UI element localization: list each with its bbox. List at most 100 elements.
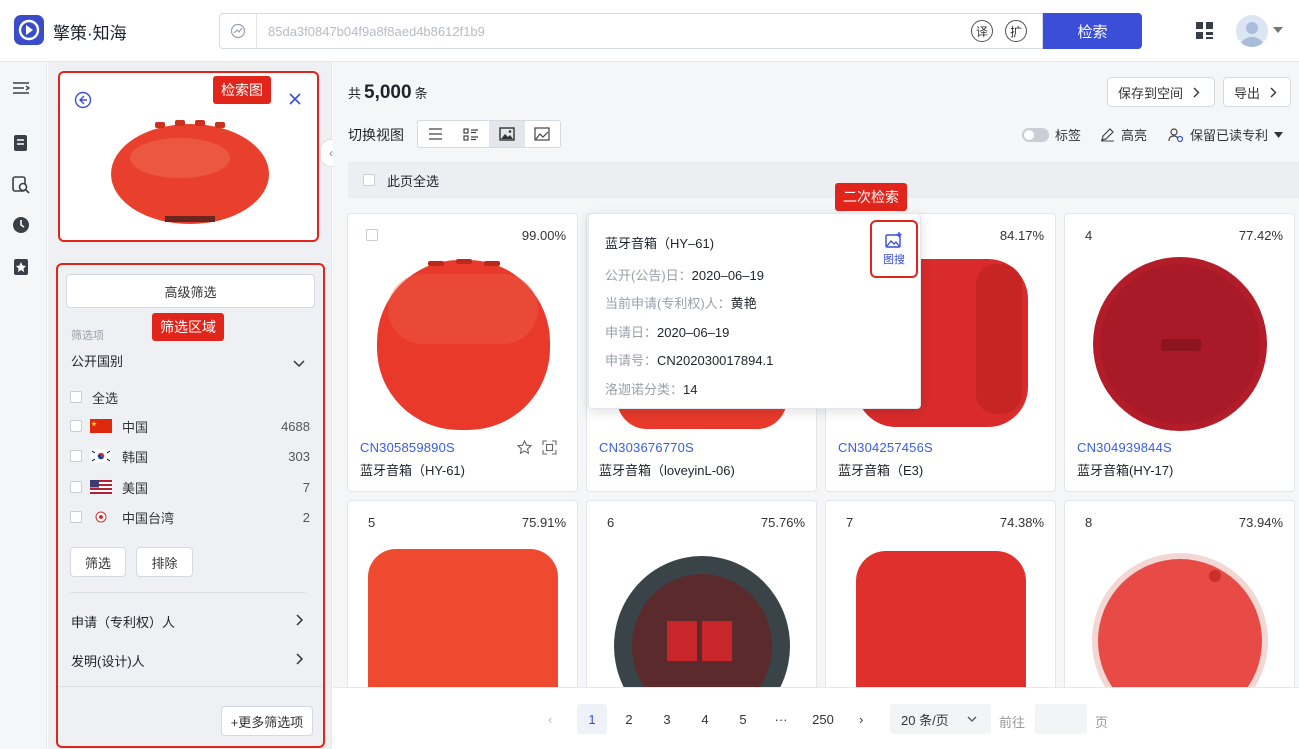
divider (70, 592, 306, 593)
translate-button[interactable]: 译 (971, 20, 993, 42)
application-number-row: 申请号：CN202030017894.1 (605, 353, 774, 368)
page-5[interactable]: 5 (733, 704, 753, 734)
result-total: 共 5,000 条 (348, 82, 428, 103)
checkbox[interactable] (70, 481, 82, 493)
image-view-icon[interactable] (489, 121, 525, 147)
menu-toggle-icon[interactable] (8, 77, 34, 99)
similarity-score: 75.76% (760, 515, 805, 530)
expand-button[interactable]: 扩 (1005, 20, 1027, 42)
publication-date-row: 公开(公告)日：2020–06–19 (605, 268, 764, 283)
filter-items-label: 筛选项 (71, 330, 104, 342)
page-1[interactable]: 1 (577, 704, 607, 734)
locarno-class-row: 洛迦诺分类：14 (605, 382, 698, 397)
document-icon[interactable] (8, 132, 34, 154)
checkbox[interactable] (363, 174, 375, 186)
rank-number: 8 (1085, 515, 1093, 530)
result-count: 5,000 (364, 82, 412, 103)
favorites-star-icon[interactable] (8, 256, 34, 278)
patent-number-link[interactable]: CN303676770S (599, 440, 694, 455)
similarity-score: 73.94% (1238, 515, 1283, 530)
app-grid-icon[interactable] (1195, 21, 1214, 43)
page-2[interactable]: 2 (619, 704, 639, 734)
product-image[interactable] (1065, 254, 1295, 434)
filter-area: 高级筛选 筛选项 筛选区域 公开国别 全选 中国 4688 韩国 303 美国 … (56, 263, 325, 748)
search-bar: 译 扩 (219, 13, 1043, 49)
keep-read-dropdown[interactable]: 保留已读专利 (1168, 125, 1284, 144)
inventor-section[interactable]: 发明(设计)人 (71, 651, 145, 670)
app-logo-icon[interactable] (14, 15, 44, 45)
export-button[interactable]: 导出 (1223, 77, 1291, 107)
pagination: ‹ 1 2 3 4 5 ··· 250 › 20 条/页 前往 页 (333, 687, 1299, 749)
patent-number-link[interactable]: CN304939844S (1077, 440, 1172, 455)
page-size-select[interactable]: 20 条/页 (890, 704, 991, 734)
goto-label: 前往 (999, 715, 1026, 730)
secondary-search-tag: 二次检索 (835, 183, 907, 211)
rank-number: 4 (1085, 228, 1093, 243)
save-to-space-button[interactable]: 保存到空间 (1107, 77, 1215, 107)
page-unit-label: 页 (1095, 715, 1109, 730)
app-title: 擎策·知海 (53, 24, 127, 43)
checkbox[interactable] (70, 450, 82, 462)
country-section-title[interactable]: 公开国别 (71, 351, 123, 370)
divider (58, 686, 323, 687)
country-row-china[interactable]: 中国 4688 (70, 416, 310, 436)
chevron-right-icon[interactable] (296, 614, 304, 629)
toggle-switch[interactable] (1022, 127, 1049, 142)
advanced-filter-button[interactable]: 高级筛选 (66, 274, 315, 308)
filter-exclude-button[interactable]: 排除 (136, 547, 193, 577)
image-search-button[interactable]: 图搜 (870, 220, 918, 278)
more-filters-button[interactable]: +更多筛选项 (221, 706, 313, 736)
search-button[interactable]: 检索 (1043, 13, 1142, 49)
image-text-view-icon[interactable] (525, 121, 561, 147)
search-input[interactable] (268, 22, 948, 40)
image-upload-icon[interactable] (220, 14, 257, 48)
patent-number-link[interactable]: CN305859890S (360, 440, 455, 455)
applicant-section[interactable]: 申请（专利权）人 (71, 612, 175, 631)
country-row-taiwan[interactable]: 中国台湾 2 (70, 507, 310, 527)
page-250[interactable]: 250 (808, 704, 838, 734)
checkbox[interactable] (366, 229, 378, 241)
checkbox[interactable] (70, 420, 82, 432)
page-4[interactable]: 4 (695, 704, 715, 734)
result-card[interactable]: 99.00% CN305859890S 蓝牙音箱（HY-61) (347, 213, 578, 492)
filter-area-tag: 筛选区域 (152, 313, 224, 341)
chevron-right-icon (1193, 87, 1200, 97)
popover-title: 蓝牙音箱（HY–61) (605, 236, 715, 251)
filter-panel: 检索图 高级筛选 筛选项 筛选区域 公开国别 全选 中国 4688 韩国 303… (48, 62, 332, 749)
chevron-right-icon[interactable] (296, 653, 304, 668)
list-view-icon[interactable] (418, 121, 454, 147)
patent-detail-popover: 蓝牙音箱（HY–61) 公开(公告)日：2020–06–19 当前申请(专利权)… (588, 213, 921, 409)
checkbox[interactable] (70, 391, 82, 403)
view-switcher (417, 120, 561, 148)
page-ellipsis[interactable]: ··· (771, 704, 791, 734)
select-all-countries[interactable]: 全选 (70, 387, 310, 407)
back-arrow-icon[interactable] (74, 91, 92, 112)
result-card[interactable]: 4 77.42% CN304939844S 蓝牙音箱(HY-17) (1064, 213, 1295, 492)
rank-number: 7 (846, 515, 854, 530)
next-page-icon[interactable]: › (859, 704, 863, 734)
search-doc-icon[interactable] (8, 174, 34, 196)
star-icon[interactable] (517, 440, 532, 455)
goto-page-input[interactable] (1035, 704, 1087, 734)
chevron-down-icon[interactable] (1273, 27, 1283, 33)
product-image[interactable] (348, 254, 578, 434)
detail-view-icon[interactable] (454, 121, 490, 147)
label-toggle[interactable]: 标签 (1022, 125, 1081, 144)
country-row-usa[interactable]: 美国 7 (70, 477, 310, 497)
page-3[interactable]: 3 (657, 704, 677, 734)
chevron-down-icon[interactable] (293, 356, 305, 371)
highlight-button[interactable]: 高亮 (1100, 125, 1147, 144)
image-scan-icon[interactable] (542, 440, 557, 455)
checkbox[interactable] (70, 511, 82, 523)
select-all-bar[interactable]: 此页全选 (348, 162, 1299, 198)
filter-apply-button[interactable]: 筛选 (70, 547, 126, 577)
close-icon[interactable] (288, 92, 302, 109)
country-row-korea[interactable]: 韩国 303 (70, 446, 310, 466)
person-gear-icon (1168, 127, 1184, 142)
patent-number-link[interactable]: CN304257456S (838, 440, 933, 455)
rank-number: 5 (368, 515, 376, 530)
prev-page-icon[interactable]: ‹ (548, 704, 552, 734)
user-avatar[interactable] (1236, 15, 1268, 47)
history-clock-icon[interactable] (8, 214, 34, 236)
search-image-tag: 检索图 (213, 76, 271, 104)
